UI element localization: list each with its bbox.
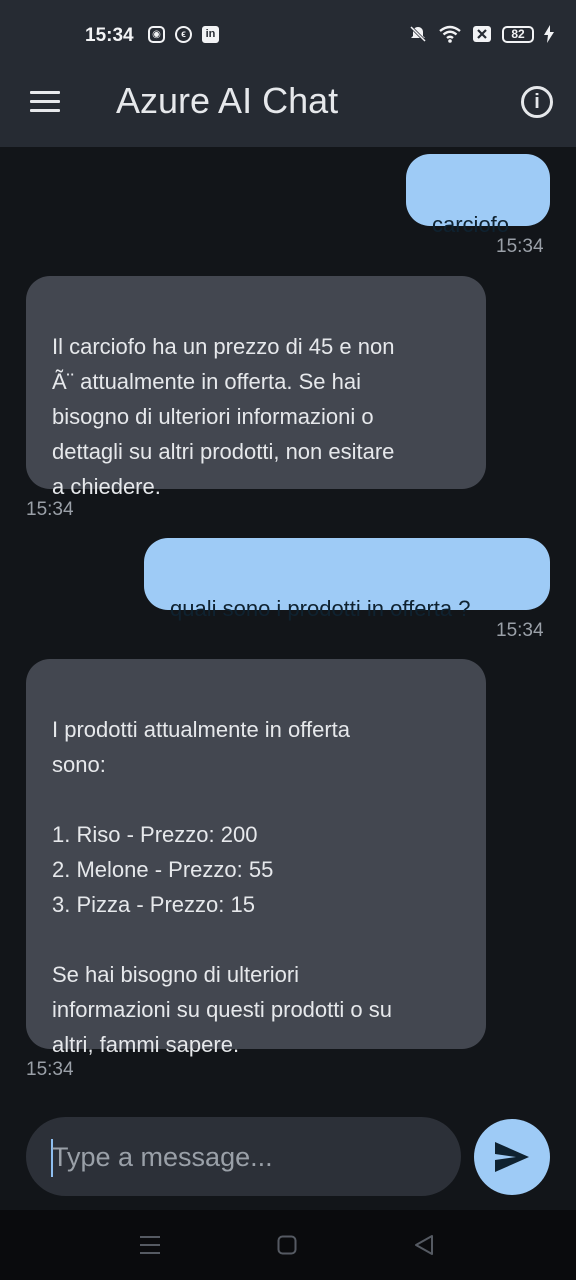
message-timestamp: 15:34 [26,1059,74,1080]
home-icon[interactable] [277,1235,297,1255]
message-text: quali sono i prodotti in offerta ? [170,596,471,621]
messenger-icon: ϵ [175,26,192,43]
menu-icon[interactable] [30,91,60,113]
message-timestamp: 15:34 [496,620,544,641]
wifi-icon [439,25,461,43]
back-icon[interactable] [414,1234,434,1256]
user-message-bubble: carciofo [406,154,550,237]
send-icon [495,1142,529,1172]
assistant-message-bubble: I prodotti attualmente in offerta sono: … [26,659,486,1057]
message-timestamp: 15:34 [26,499,74,520]
message-input[interactable] [52,1137,442,1177]
charging-icon [544,25,554,43]
recents-icon[interactable] [139,1235,161,1255]
instagram-icon: ◉ [148,26,165,43]
notification-icons: ◉ ϵ in [148,26,219,43]
message-text: I prodotti attualmente in offerta sono: … [52,717,392,1057]
message-text: carciofo [432,212,510,237]
message-timestamp: 15:34 [496,236,544,257]
system-icons: 82 [408,24,554,44]
mute-icon [409,25,427,43]
send-button[interactable] [474,1119,550,1195]
status-time: 15:34 [85,25,134,46]
system-nav-bar [0,1210,576,1280]
app-title: Azure AI Chat [116,80,339,121]
linkedin-icon: in [202,26,219,43]
info-icon[interactable]: i [521,86,553,118]
message-text: Il carciofo ha un prezzo di 45 e non Ã¨ … [52,334,395,499]
battery-indicator: 82 [502,25,534,43]
sim-icon [473,26,491,42]
assistant-message-bubble: Il carciofo ha un prezzo di 45 e non Ã¨ … [26,276,486,499]
user-message-bubble: quali sono i prodotti in offerta ? [144,538,550,621]
